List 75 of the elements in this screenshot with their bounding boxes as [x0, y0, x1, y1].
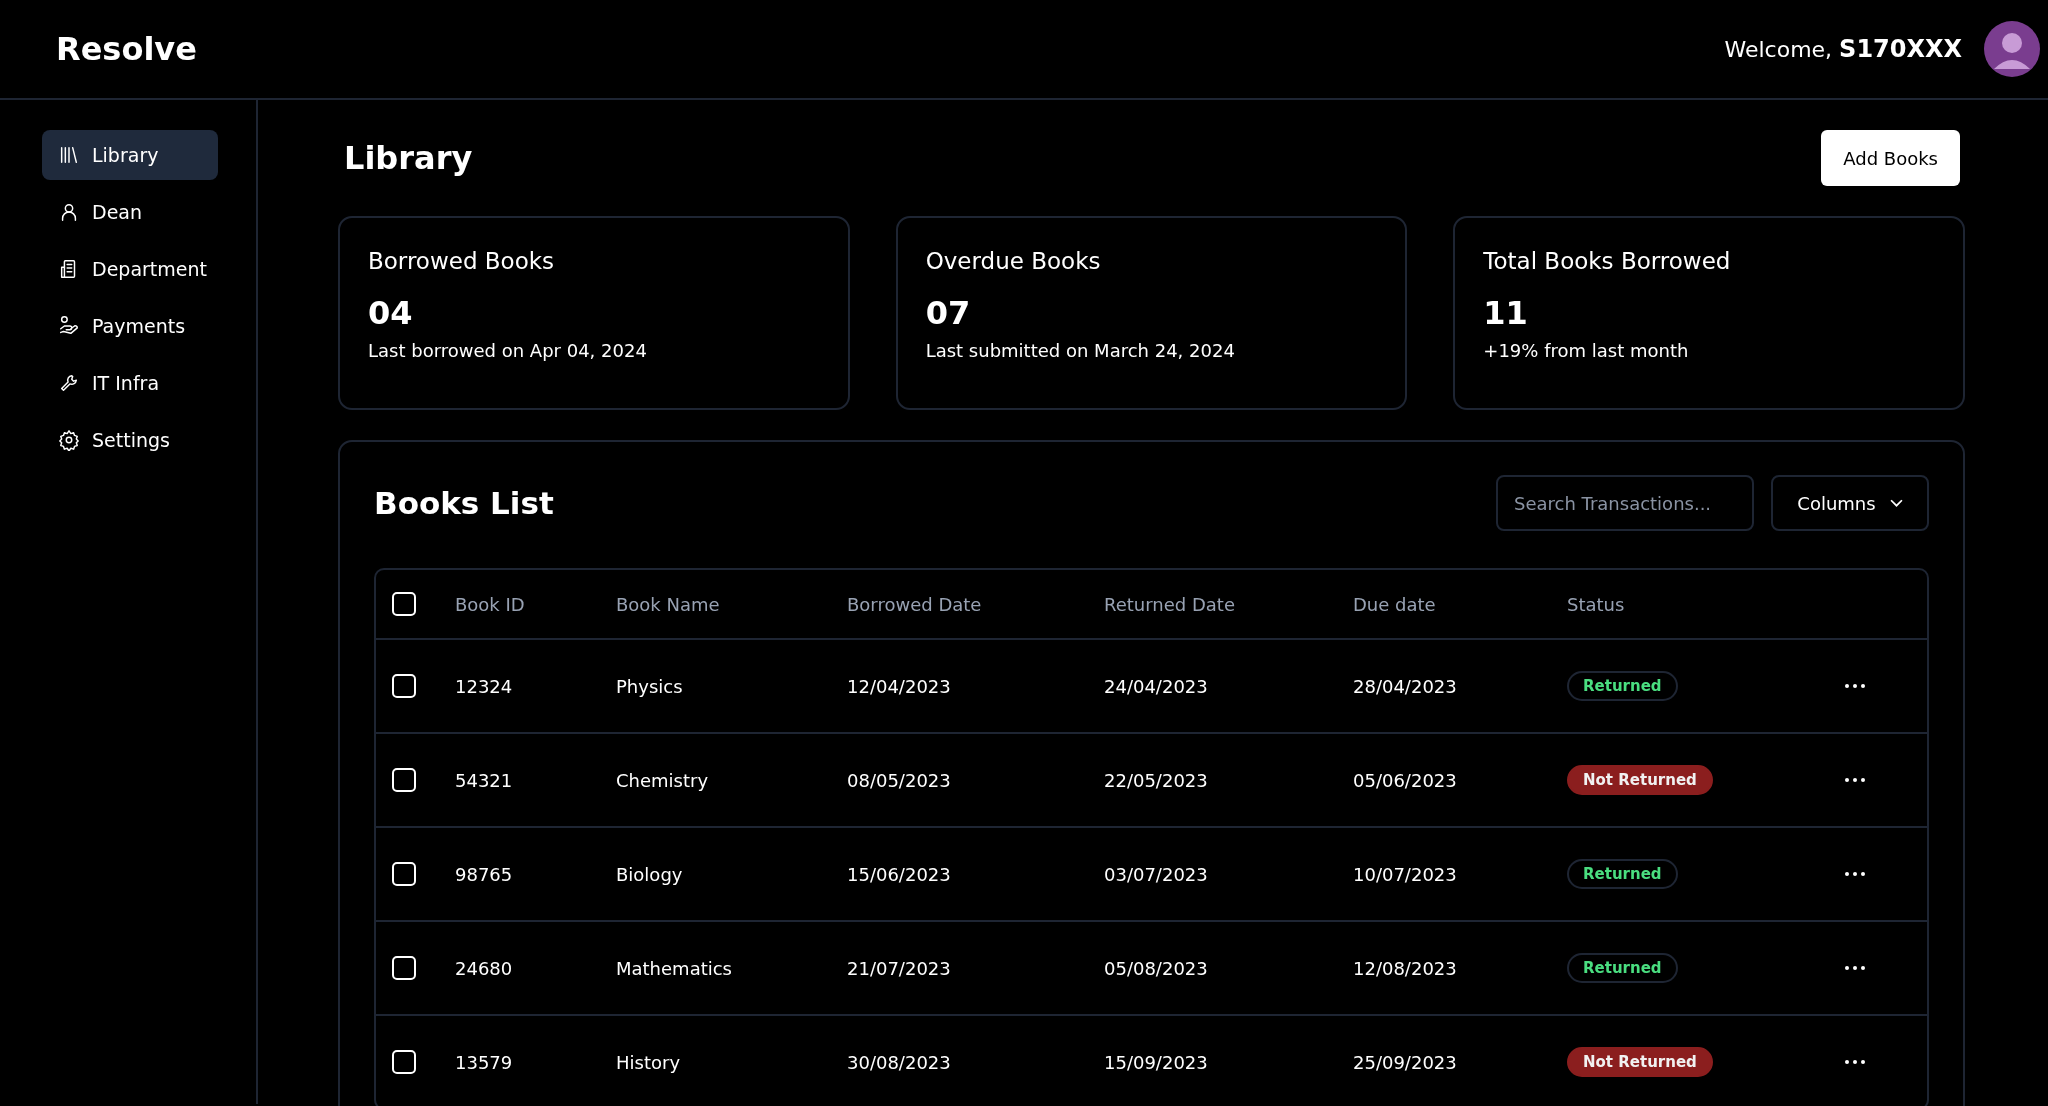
table-cell-text: 13579: [455, 1051, 514, 1073]
more-icon[interactable]: [1844, 683, 1866, 689]
wrench-icon: [58, 372, 80, 394]
column-header: Borrowed Date: [847, 593, 983, 615]
table-cell-text: 30/08/2023: [847, 1051, 952, 1073]
checkbox[interactable]: [392, 1050, 416, 1074]
checkbox[interactable]: [392, 592, 416, 616]
table-cell-text: 98765: [455, 863, 514, 885]
card-value: 07: [925, 294, 972, 332]
table-cell-text: 54321: [455, 769, 514, 791]
avatar-icon[interactable]: [1984, 21, 2040, 77]
card-note: Last submitted on March 24, 2024: [925, 340, 1236, 361]
table-cell-text: 12324: [455, 675, 514, 697]
checkbox[interactable]: [392, 956, 416, 980]
status-badge: Returned: [1567, 859, 1678, 889]
table-cell-text: 05/08/2023: [1104, 957, 1209, 979]
card-title: Borrowed Books: [368, 248, 556, 274]
columns-button[interactable]: Columns: [1771, 475, 1929, 531]
card-title: Overdue Books: [925, 248, 1102, 274]
checkbox[interactable]: [392, 768, 416, 792]
table-cell-text: Physics: [616, 675, 684, 697]
sidebar-item[interactable]: Library: [42, 130, 218, 180]
sidebar-item[interactable]: IT Infra: [42, 358, 218, 408]
table-cell-text: 05/06/2023: [1353, 769, 1458, 791]
library-icon: [58, 144, 80, 166]
status-badge: Not Returned: [1567, 1047, 1713, 1077]
table-cell-text: 08/05/2023: [847, 769, 952, 791]
card-note: Last borrowed on Apr 04, 2024: [368, 340, 648, 361]
column-header: Book Name: [616, 593, 721, 615]
card-title: Total Books Borrowed: [1483, 248, 1732, 274]
table-cell-text: 03/07/2023: [1104, 863, 1209, 885]
more-icon[interactable]: [1844, 777, 1866, 783]
add-books-button[interactable]: Add Books: [1821, 130, 1960, 186]
hand-coin-icon: [58, 315, 80, 337]
table-cell-text: Mathematics: [616, 957, 733, 979]
table-cell-text: 25/09/2023: [1353, 1051, 1458, 1073]
column-header: Due date: [1353, 593, 1437, 615]
table-cell-text: 15/09/2023: [1104, 1051, 1209, 1073]
more-icon[interactable]: [1844, 1059, 1866, 1065]
table-cell-text: 12/08/2023: [1353, 957, 1458, 979]
checkbox[interactable]: [392, 862, 416, 886]
status-badge: Returned: [1567, 953, 1678, 983]
table-cell-text: 28/04/2023: [1353, 675, 1458, 697]
table-cell-text: 21/07/2023: [847, 957, 952, 979]
table-cell-text: 22/05/2023: [1104, 769, 1209, 791]
status-badge: Returned: [1567, 671, 1678, 701]
sidebar-item[interactable]: Payments: [42, 301, 218, 351]
chevron-down-icon: [1889, 498, 1903, 508]
panel-title: Books List: [374, 485, 555, 521]
table-cell-text: 10/07/2023: [1353, 863, 1458, 885]
more-icon[interactable]: [1844, 871, 1866, 877]
card-note: +19% from last month: [1483, 340, 1690, 361]
table-cell-text: 15/06/2023: [847, 863, 952, 885]
card-value: 04: [368, 294, 414, 332]
more-icon[interactable]: [1844, 965, 1866, 971]
sidebar-item[interactable]: Settings: [42, 415, 218, 465]
table-cell-text: Biology: [616, 863, 684, 885]
page-title: Library: [344, 139, 473, 177]
column-header: Book ID: [455, 593, 526, 615]
checkbox[interactable]: [392, 674, 416, 698]
welcome-text: Welcome, S170XXX: [1724, 35, 1962, 63]
table-cell-text: 12/04/2023: [847, 675, 952, 697]
brand-logo: Resolve: [56, 30, 197, 68]
sidebar-item[interactable]: Dean: [42, 187, 218, 237]
sidebar-item[interactable]: Department: [42, 244, 218, 294]
column-header: Returned Date: [1104, 593, 1236, 615]
table-cell-text: History: [616, 1051, 682, 1073]
table-cell-text: Chemistry: [616, 769, 710, 791]
settings-icon: [58, 429, 80, 451]
column-header: Status: [1567, 593, 1626, 615]
status-badge: Not Returned: [1567, 765, 1713, 795]
card-value: 11: [1483, 294, 1529, 332]
table-cell-text: 24/04/2023: [1104, 675, 1209, 697]
search-field[interactable]: Search Transactions...: [1496, 475, 1754, 531]
table-cell-text: 24680: [455, 957, 514, 979]
